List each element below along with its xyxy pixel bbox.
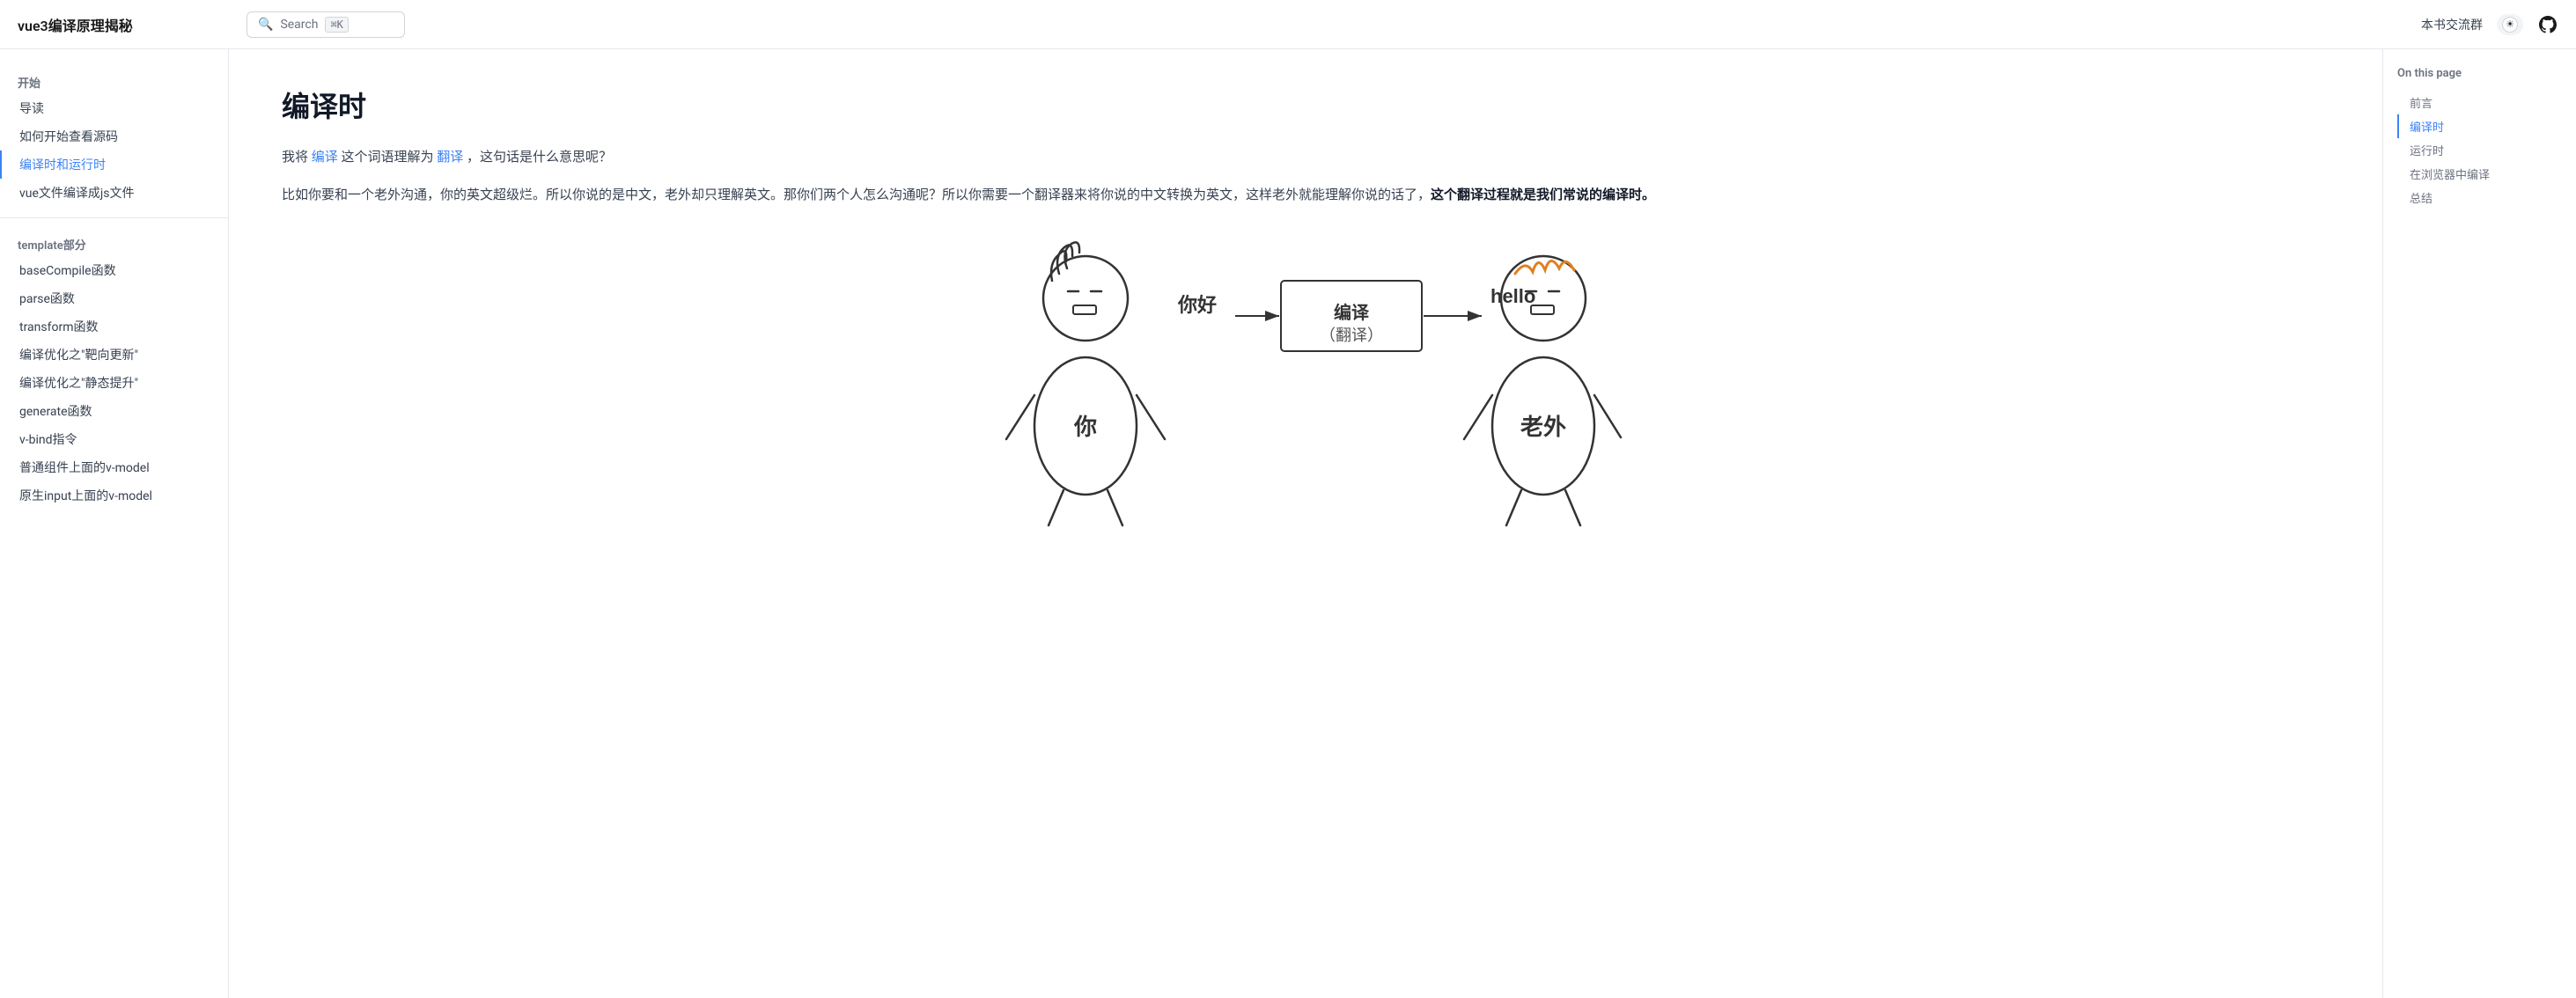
sidebar-divider bbox=[0, 217, 228, 218]
sidebar-item-parse[interactable]: parse函数 bbox=[0, 284, 228, 312]
svg-text:老外: 老外 bbox=[1520, 414, 1566, 440]
theme-toggle-knob: ☀ bbox=[2502, 17, 2518, 33]
sidebar-item-transform[interactable]: transform函数 bbox=[0, 312, 228, 341]
toc-item-compile[interactable]: 编译时 bbox=[2397, 114, 2562, 138]
site-logo[interactable]: vue3编译原理揭秘 bbox=[18, 14, 247, 35]
intro-link-translate[interactable]: 翻译 bbox=[437, 149, 463, 165]
illustration-container: 你 你好 编译 （翻译） hello bbox=[282, 228, 2329, 531]
theme-toggle[interactable]: ☀ bbox=[2497, 14, 2523, 35]
sidebar-item-basecompile[interactable]: baseCompile函数 bbox=[0, 256, 228, 284]
page-title: 编译时 bbox=[282, 84, 2329, 125]
toc-item-browser-compile[interactable]: 在浏览器中编译 bbox=[2397, 162, 2562, 186]
intro-link-compile[interactable]: 编译 bbox=[312, 149, 338, 165]
body-paragraph: 比如你要和一个老外沟通，你的英文超级烂。所以你说的是中文，老外却只理解英文。那你… bbox=[282, 183, 2329, 207]
left-sidebar: 开始 导读 如何开始查看源码 编译时和运行时 vue文件编译成js文件 temp… bbox=[0, 49, 229, 998]
compile-illustration: 你 你好 编译 （翻译） hello bbox=[989, 228, 1623, 527]
github-icon[interactable] bbox=[2537, 14, 2558, 35]
search-icon: 🔍 bbox=[258, 18, 273, 32]
sidebar-item-vmodel-component[interactable]: 普通组件上面的v-model bbox=[0, 453, 228, 481]
sidebar-item-compile-runtime[interactable]: 编译时和运行时 bbox=[0, 150, 228, 179]
sidebar-item-target-update[interactable]: 编译优化之"靶向更新" bbox=[0, 341, 228, 369]
main-content: 编译时 我将 编译 这个词语理解为 翻译 ，这句话是什么意思呢？ 比如你要和一个… bbox=[229, 49, 2382, 998]
toc-item-summary[interactable]: 总结 bbox=[2397, 186, 2562, 209]
sidebar-item-vue-to-js[interactable]: vue文件编译成js文件 bbox=[0, 179, 228, 207]
intro-suffix: ，这句话是什么意思呢？ bbox=[467, 149, 612, 165]
toc-title: On this page bbox=[2397, 67, 2562, 80]
search-placeholder: Search bbox=[280, 18, 318, 32]
svg-text:编译: 编译 bbox=[1334, 302, 1370, 323]
right-sidebar: On this page 前言 编译时 运行时 在浏览器中编译 总结 bbox=[2382, 49, 2576, 998]
svg-text:你好: 你好 bbox=[1177, 294, 1217, 316]
toc-item-runtime[interactable]: 运行时 bbox=[2397, 138, 2562, 162]
body-text-strong: 这个翻译过程就是我们常说的编译时。 bbox=[1431, 187, 1655, 202]
sidebar-item-intro[interactable]: 导读 bbox=[0, 94, 228, 122]
sidebar-item-vbind[interactable]: v-bind指令 bbox=[0, 425, 228, 453]
svg-text:你: 你 bbox=[1073, 414, 1097, 440]
intro-paragraph: 我将 编译 这个词语理解为 翻译 ，这句话是什么意思呢？ bbox=[282, 146, 2329, 169]
intro-middle: 这个词语理解为 bbox=[342, 149, 434, 165]
illustration: 你 你好 编译 （翻译） hello bbox=[989, 228, 1623, 531]
sidebar-item-static-hoist[interactable]: 编译优化之"静态提升" bbox=[0, 369, 228, 397]
search-bar[interactable]: 🔍 Search ⌘K bbox=[247, 11, 405, 38]
community-link[interactable]: 本书交流群 bbox=[2421, 16, 2483, 33]
svg-text:hello: hello bbox=[1490, 285, 1535, 307]
sidebar-section-start: 开始 bbox=[0, 67, 228, 94]
intro-prefix: 我将 bbox=[282, 149, 308, 165]
sidebar-item-generate[interactable]: generate函数 bbox=[0, 397, 228, 425]
toc-item-preface[interactable]: 前言 bbox=[2397, 91, 2562, 114]
top-nav: vue3编译原理揭秘 🔍 Search ⌘K 本书交流群 ☀ bbox=[0, 0, 2576, 49]
svg-text:（翻译）: （翻译） bbox=[1320, 327, 1383, 344]
body-text-main: 比如你要和一个老外沟通，你的英文超级烂。所以你说的是中文，老外却只理解英文。那你… bbox=[282, 187, 1431, 202]
sidebar-item-source[interactable]: 如何开始查看源码 bbox=[0, 122, 228, 150]
sidebar-section-template: template部分 bbox=[0, 229, 228, 256]
layout: 开始 导读 如何开始查看源码 编译时和运行时 vue文件编译成js文件 temp… bbox=[0, 49, 2576, 998]
search-shortcut: ⌘K bbox=[325, 17, 348, 33]
top-nav-right: 本书交流群 ☀ bbox=[2421, 14, 2558, 35]
sidebar-item-vmodel-input[interactable]: 原生input上面的v-model bbox=[0, 481, 228, 510]
sun-icon: ☀ bbox=[2506, 18, 2514, 30]
